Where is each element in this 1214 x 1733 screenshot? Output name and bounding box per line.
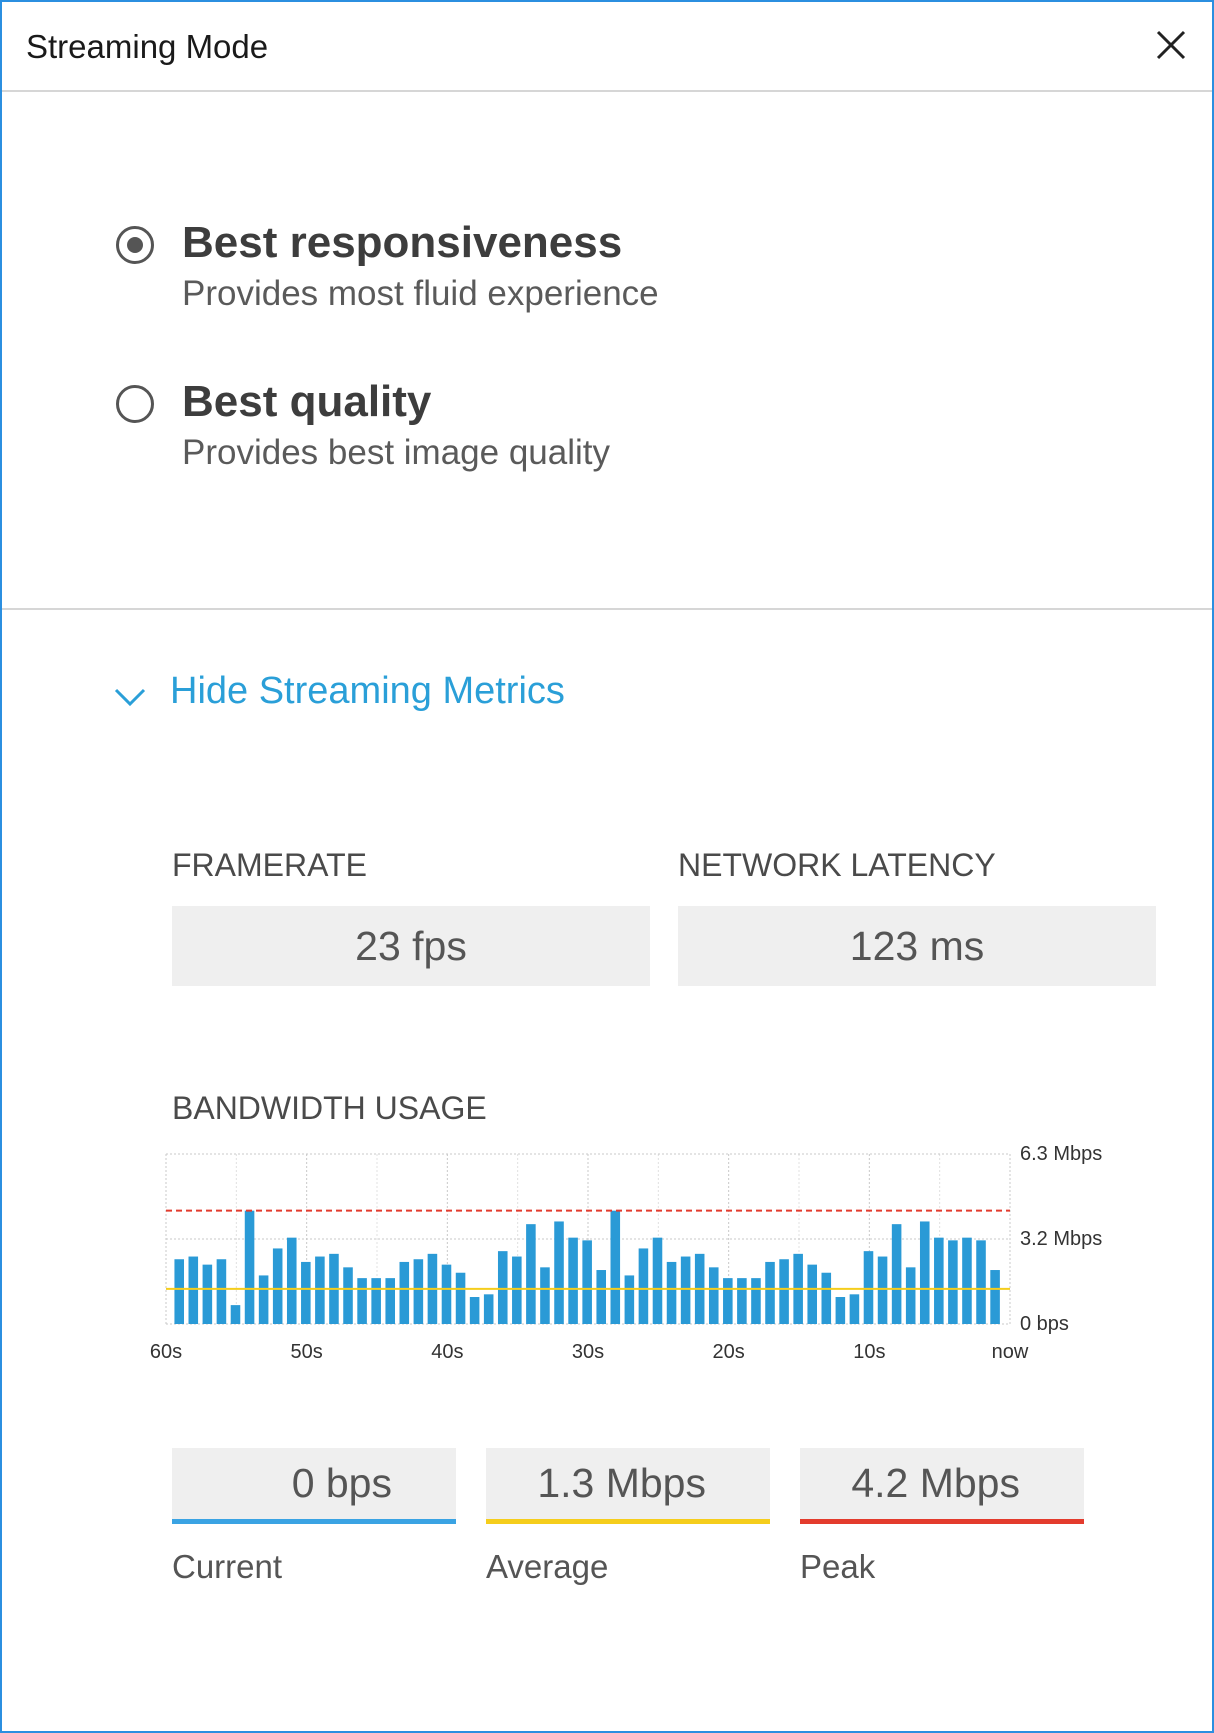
bandwidth-bar bbox=[948, 1240, 958, 1324]
bandwidth-bar bbox=[610, 1210, 621, 1324]
x-tick-label: 50s bbox=[291, 1341, 323, 1363]
bandwidth-bar bbox=[469, 1297, 480, 1324]
average-bandwidth-label: Average bbox=[486, 1548, 609, 1585]
radio-label: Best responsiveness bbox=[182, 218, 623, 267]
bandwidth-bar bbox=[821, 1272, 832, 1324]
bandwidth-bar bbox=[244, 1210, 255, 1324]
bandwidth-bar bbox=[723, 1278, 733, 1324]
bandwidth-bar bbox=[286, 1237, 297, 1324]
bandwidth-bar bbox=[624, 1275, 635, 1324]
bandwidth-bar bbox=[877, 1256, 888, 1324]
bandwidth-bar bbox=[666, 1261, 677, 1324]
current-bandwidth-label: Current bbox=[172, 1548, 283, 1585]
latency-value: 123 ms bbox=[678, 906, 1156, 986]
bandwidth-bar bbox=[976, 1240, 986, 1324]
bandwidth-label: BANDWIDTH USAGE bbox=[172, 1090, 487, 1126]
bandwidth-bar bbox=[272, 1248, 283, 1324]
y-tick-label: 6.3 Mbps bbox=[1020, 1143, 1102, 1165]
y-tick-label: 3.2 Mbps bbox=[1020, 1228, 1102, 1250]
bandwidth-bar bbox=[174, 1259, 185, 1324]
bandwidth-bar bbox=[751, 1278, 761, 1324]
bandwidth-bar bbox=[526, 1224, 536, 1324]
bandwidth-bar bbox=[497, 1251, 508, 1324]
bandwidth-bar bbox=[568, 1237, 578, 1324]
bandwidth-bar bbox=[188, 1256, 199, 1324]
bandwidth-bar bbox=[919, 1221, 930, 1324]
bandwidth-bar bbox=[990, 1270, 1000, 1324]
average-bandwidth-value: 1.3 Mbps bbox=[486, 1448, 770, 1524]
current-bandwidth-value: 0 bps bbox=[172, 1448, 456, 1524]
bandwidth-bar bbox=[638, 1248, 649, 1324]
bandwidth-bar bbox=[357, 1278, 367, 1324]
x-tick-label: now bbox=[992, 1341, 1029, 1363]
bandwidth-bar bbox=[371, 1278, 381, 1324]
mode-section: Best responsiveness Provides most fluid … bbox=[2, 92, 1212, 608]
bandwidth-bar bbox=[399, 1261, 410, 1324]
bandwidth-bar bbox=[680, 1256, 691, 1324]
close-icon bbox=[1156, 30, 1186, 60]
bandwidth-bar bbox=[807, 1264, 818, 1324]
bandwidth-bar bbox=[455, 1272, 466, 1324]
bandwidth-bar bbox=[934, 1237, 944, 1324]
bandwidth-chart-svg: 6.3 Mbps 3.2 Mbps 0 bps 60s 50s 40s 30s 20s 10s n… bbox=[150, 1143, 1102, 1363]
bandwidth-bar bbox=[540, 1267, 550, 1324]
title-bar: Streaming Mode bbox=[2, 2, 1212, 92]
framerate-value: 23 fps bbox=[172, 906, 650, 986]
bandwidth-bar bbox=[230, 1305, 241, 1324]
bandwidth-bar bbox=[441, 1264, 452, 1324]
bandwidth-bar bbox=[343, 1267, 353, 1324]
peak-bandwidth-value: 4.2 Mbps bbox=[800, 1448, 1084, 1524]
bandwidth-bar bbox=[708, 1267, 719, 1324]
bandwidth-bar bbox=[582, 1240, 592, 1324]
chevron-down-icon bbox=[114, 688, 146, 707]
bandwidth-bar bbox=[258, 1275, 269, 1324]
bandwidth-chart: 6.3 Mbps 3.2 Mbps 0 bps 60s 50s 40s 30s 20s 10s n… bbox=[142, 1142, 1142, 1372]
bandwidth-bar bbox=[905, 1267, 916, 1324]
radio-dot bbox=[127, 237, 143, 253]
radio-button[interactable] bbox=[116, 385, 154, 423]
peak-bandwidth-label: Peak bbox=[800, 1548, 876, 1585]
bandwidth-bar bbox=[413, 1259, 424, 1324]
radio-label: Best quality bbox=[182, 377, 432, 426]
x-tick-label: 30s bbox=[572, 1341, 604, 1363]
bandwidth-bar bbox=[849, 1294, 860, 1324]
x-tick-label: 10s bbox=[853, 1341, 885, 1363]
close-button[interactable] bbox=[1142, 16, 1198, 72]
radio-description: Provides best image quality bbox=[182, 433, 610, 472]
bandwidth-bar bbox=[863, 1251, 874, 1324]
bandwidth-bar bbox=[202, 1264, 213, 1324]
x-tick-label: 20s bbox=[713, 1341, 745, 1363]
bandwidth-bar bbox=[385, 1278, 396, 1324]
bandwidth-bar bbox=[779, 1259, 789, 1324]
bandwidth-bar bbox=[962, 1237, 972, 1324]
window-title: Streaming Mode bbox=[26, 28, 269, 65]
bandwidth-bar bbox=[596, 1270, 607, 1324]
bandwidth-bar bbox=[652, 1237, 663, 1324]
streaming-mode-window: Streaming Mode Best responsiveness Provi… bbox=[0, 0, 1214, 1733]
bandwidth-bar bbox=[765, 1261, 775, 1324]
radio-button-selected[interactable] bbox=[116, 226, 154, 264]
x-tick-label: 40s bbox=[431, 1341, 463, 1363]
bandwidth-bar bbox=[512, 1256, 522, 1324]
latency-label: NETWORK LATENCY bbox=[678, 847, 996, 883]
x-tick-label: 60s bbox=[150, 1341, 182, 1363]
bandwidth-bar bbox=[301, 1261, 311, 1324]
bandwidth-bar bbox=[891, 1224, 902, 1324]
bandwidth-bar bbox=[315, 1256, 325, 1324]
hide-metrics-label: Hide Streaming Metrics bbox=[170, 670, 565, 712]
section-divider bbox=[2, 608, 1212, 610]
bandwidth-bar bbox=[216, 1259, 227, 1324]
bandwidth-bar bbox=[554, 1221, 564, 1324]
y-tick-label: 0 bps bbox=[1020, 1313, 1069, 1335]
bandwidth-bar bbox=[737, 1278, 747, 1324]
framerate-label: FRAMERATE bbox=[172, 847, 367, 883]
bandwidth-bar bbox=[835, 1297, 846, 1324]
radio-description: Provides most fluid experience bbox=[182, 274, 659, 313]
bandwidth-bar bbox=[483, 1294, 494, 1324]
